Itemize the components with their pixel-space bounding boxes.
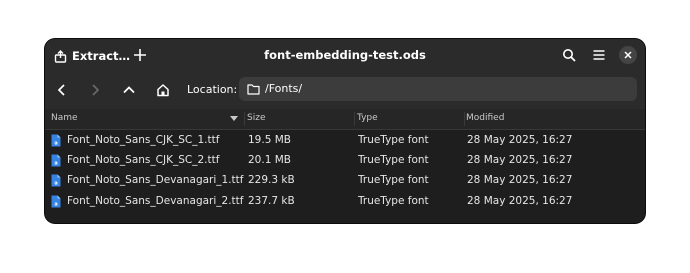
file-row[interactable]: a Font_Noto_Sans_Devanagari_1.ttf 229.3 kB… <box>45 170 645 191</box>
svg-text:a: a <box>54 141 57 147</box>
location-path: /Fonts/ <box>265 82 303 95</box>
navigation-toolbar: Location: /Fonts/ <box>45 72 645 109</box>
font-file-icon: a <box>51 154 61 167</box>
close-icon <box>624 51 632 59</box>
location-field[interactable]: /Fonts/ <box>239 77 637 101</box>
file-row[interactable]: a Font_Noto_Sans_CJK_SC_2.ttf 20.1 MB TrueT… <box>45 150 645 171</box>
titlebar: Extract… font-embedding-test.ods <box>45 39 645 72</box>
search-icon[interactable] <box>562 48 576 62</box>
home-icon[interactable] <box>156 83 170 97</box>
svg-text:a: a <box>54 202 57 208</box>
file-row[interactable]: a Font_Noto_Sans_Devanagari_2.ttf 237.7 kB… <box>45 191 645 212</box>
folder-icon <box>247 84 260 95</box>
font-file-icon: a <box>51 195 61 208</box>
file-size: 19.5 MB <box>248 134 291 146</box>
extract-icon <box>54 49 67 63</box>
file-type: TrueType font <box>358 195 429 207</box>
file-type: TrueType font <box>358 154 429 166</box>
archive-window: Extract… font-embedding-test.ods Locatio… <box>45 39 645 223</box>
column-divider[interactable] <box>464 112 465 126</box>
svg-text:a: a <box>54 181 57 187</box>
file-size: 20.1 MB <box>248 154 291 166</box>
file-modified: 28 May 2025, 16:27 <box>467 195 573 207</box>
column-header-size[interactable]: Size <box>247 113 265 123</box>
file-name: Font_Noto_Sans_Devanagari_2.ttf <box>67 195 244 207</box>
file-size: 229.3 kB <box>248 174 295 186</box>
menu-icon[interactable] <box>592 48 606 62</box>
column-header-modified[interactable]: Modified <box>466 113 504 123</box>
column-header-type[interactable]: Type <box>357 113 378 123</box>
font-file-icon: a <box>51 174 61 187</box>
file-modified: 28 May 2025, 16:27 <box>467 134 573 146</box>
file-type: TrueType font <box>358 174 429 186</box>
file-row[interactable]: a Font_Noto_Sans_CJK_SC_1.ttf 19.5 MB TrueT… <box>45 130 645 151</box>
column-header-name[interactable]: Name <box>51 113 78 123</box>
up-icon[interactable] <box>122 83 136 97</box>
file-type: TrueType font <box>358 134 429 146</box>
column-header: Name Size Type Modified <box>45 109 645 130</box>
add-icon[interactable] <box>133 48 147 62</box>
svg-text:a: a <box>54 161 57 167</box>
sort-descending-icon <box>230 116 238 121</box>
back-icon[interactable] <box>55 83 69 97</box>
file-name: Font_Noto_Sans_CJK_SC_1.ttf <box>67 134 220 146</box>
file-name: Font_Noto_Sans_Devanagari_1.ttf <box>67 174 244 186</box>
forward-icon[interactable] <box>88 83 102 97</box>
column-divider[interactable] <box>354 112 355 126</box>
font-file-icon: a <box>51 134 61 147</box>
close-button[interactable] <box>619 46 637 64</box>
window-title: font-embedding-test.ods <box>264 48 426 62</box>
file-modified: 28 May 2025, 16:27 <box>467 154 573 166</box>
file-size: 237.7 kB <box>248 195 295 207</box>
file-name: Font_Noto_Sans_CJK_SC_2.ttf <box>67 154 220 166</box>
location-label: Location: <box>187 83 238 96</box>
file-modified: 28 May 2025, 16:27 <box>467 174 573 186</box>
extract-button[interactable]: Extract… <box>54 46 130 66</box>
column-divider[interactable] <box>244 112 245 126</box>
extract-label: Extract… <box>72 49 131 63</box>
